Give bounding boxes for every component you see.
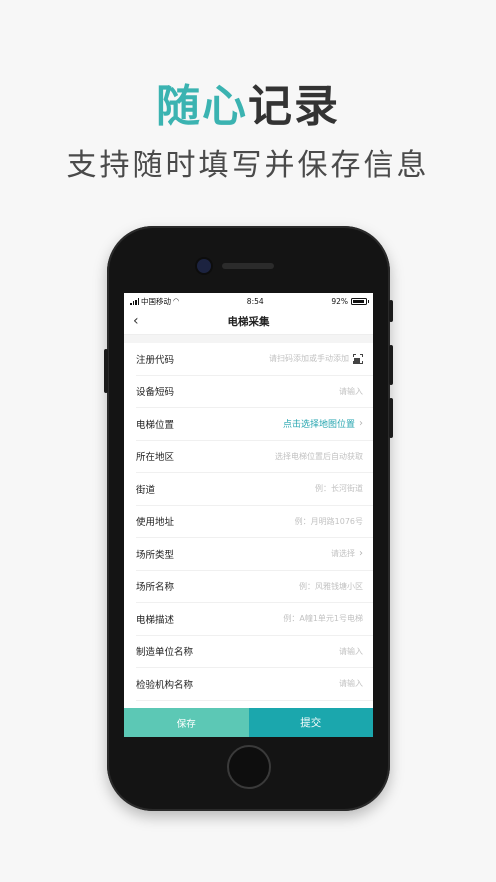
promo-subtitle: 支持随时填写并保存信息 [66,148,430,183]
promo-title-rest: 记录 [248,81,340,132]
phone-speaker [222,263,274,269]
phone-camera [197,259,211,273]
scan-icon[interactable] [353,353,363,365]
status-right: 92% [331,296,369,306]
status-time: 8:54 [246,296,264,306]
save-button[interactable]: 保存 [124,708,249,737]
region-field: 选择电梯位置后自动获取 [275,451,363,461]
collection-form: 注册代码 请扫码添加或手动添加 设备短码 请输入 电梯位置 点击选择地图位置 ›… [124,343,373,701]
form-row-elevator-location[interactable]: 电梯位置 点击选择地图位置 › [136,408,373,441]
row-label: 所在地区 [136,452,175,464]
chevron-right-icon: › [359,418,363,430]
form-row-inspection-agency[interactable]: 检验机构名称 请输入 [136,668,373,701]
phone-power-button [389,300,393,322]
section-gap [124,335,373,343]
form-row-device-short-code[interactable]: 设备短码 请输入 [136,376,373,408]
submit-button[interactable]: 提交 [248,708,373,737]
form-row-elevator-description[interactable]: 电梯描述 例：A幢1单元1号电梯 [136,603,373,636]
page-title: 电梯采集 [227,316,270,328]
elevator-description-input[interactable]: 例：A幢1单元1号电梯 [283,613,363,624]
chevron-left-icon[interactable]: ‹ [133,313,139,329]
row-label: 场所名称 [136,582,175,594]
phone-side-button [104,349,108,393]
form-row-region[interactable]: 所在地区 选择电梯位置后自动获取 [136,441,373,473]
row-label: 设备短码 [136,387,175,399]
chevron-right-icon: › [359,548,363,560]
street-input[interactable]: 例：长河街道 [315,483,363,494]
app-screen: 中国移动 ◠ 8:54 92% ‹ 电梯采集 注册代码 请扫码添加或手动添加 设… [124,293,373,737]
registration-code-input[interactable]: 请扫码添加或手动添加 [269,353,349,364]
row-right: 点击选择地图位置 › [283,417,363,430]
battery-percent: 92% [331,296,348,306]
row-label: 使用地址 [136,517,175,529]
venue-name-input[interactable]: 例：风雅钱塘小区 [299,581,363,592]
carrier-label: 中国移动 [141,296,171,306]
form-row-street[interactable]: 街道 例：长河街道 [136,473,373,506]
manufacturer-input[interactable]: 请输入 [339,646,363,657]
row-label: 电梯描述 [136,614,175,626]
phone-volume-button [389,398,393,438]
venue-type-select[interactable]: 请选择 [331,548,355,559]
address-input[interactable]: 例：月明路1076号 [295,516,363,527]
phone-home-button [227,745,271,789]
row-label: 制造单位名称 [136,647,194,659]
row-label: 注册代码 [136,354,175,366]
form-row-registration-code[interactable]: 注册代码 请扫码添加或手动添加 [136,343,373,376]
phone-volume-button [389,345,393,385]
inspection-agency-input[interactable]: 请输入 [339,678,363,689]
promo-title-accent: 随心 [156,81,248,132]
row-label: 街道 [136,484,156,496]
form-row-manufacturer[interactable]: 制造单位名称 请输入 [136,636,373,668]
form-row-venue-name[interactable]: 场所名称 例：风雅钱塘小区 [136,571,373,603]
bottom-action-bar: 保存 提交 [124,708,373,737]
nav-bar: ‹ 电梯采集 [124,309,373,335]
row-label: 电梯位置 [136,419,175,431]
form-row-address[interactable]: 使用地址 例：月明路1076号 [136,506,373,538]
status-left: 中国移动 ◠ [130,296,179,307]
battery-icon [351,297,369,305]
row-right: 请选择 › [331,548,363,559]
row-right: 请扫码添加或手动添加 [269,353,363,365]
status-bar: 中国移动 ◠ 8:54 92% [124,293,373,309]
row-label: 场所类型 [136,549,175,561]
row-label: 检验机构名称 [136,679,194,691]
promo-title: 随心记录 [0,70,496,134]
device-short-code-input[interactable]: 请输入 [339,386,363,397]
signal-icon [130,297,139,305]
form-row-venue-type[interactable]: 场所类型 请选择 › [136,538,373,571]
select-map-location-link[interactable]: 点击选择地图位置 [283,417,355,430]
wifi-icon: ◠ [173,297,180,305]
